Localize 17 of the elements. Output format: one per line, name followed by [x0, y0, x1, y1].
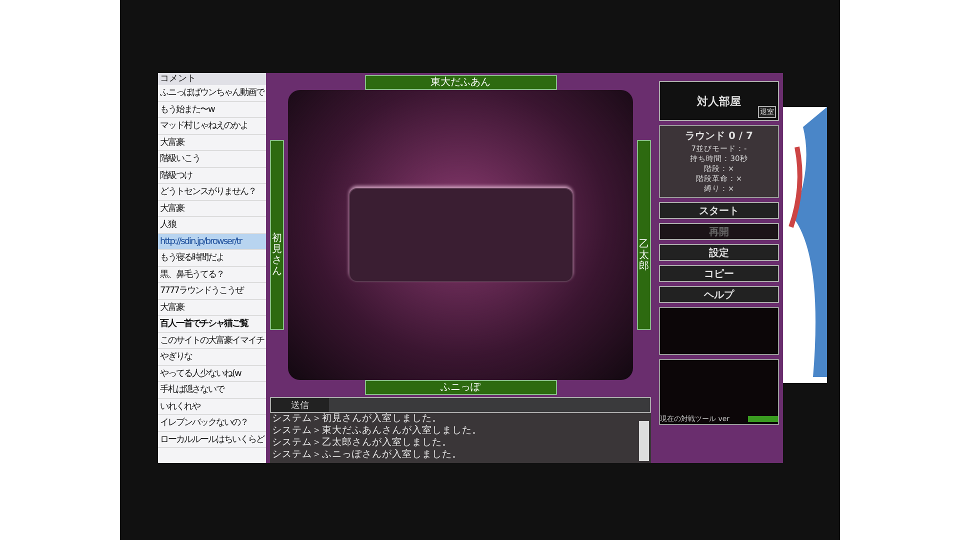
chat-message: システム＞初見さんが入室しました。: [272, 413, 443, 425]
chat-message: システム＞乙太郎さんが入室しました。: [272, 437, 453, 449]
chat-message: システム＞ふニっぽさんが入室しました。: [272, 449, 463, 461]
player-nameplate: ふニっぽ: [364, 380, 556, 395]
room-title: 対人部屋: [697, 94, 741, 108]
comment-item[interactable]: http://sdin.jp/browser/tr: [158, 234, 266, 250]
player-nameplate: 乙太郎: [637, 140, 651, 330]
player-nameplate: 初見さん: [270, 140, 284, 330]
comment-header: コメント: [158, 73, 266, 85]
menu-button[interactable]: 設定: [659, 244, 779, 261]
player-nameplate: 東大だふあん: [364, 75, 556, 90]
menu-button[interactable]: ヘルプ: [659, 286, 779, 303]
round-title: ラウンド 0 / 7: [684, 130, 754, 143]
scrollbar[interactable]: [639, 421, 649, 461]
chat-message: システム＞東大だふあんさんが入室しました。: [272, 425, 483, 437]
menu-button[interactable]: コピー: [659, 265, 779, 282]
menu-button[interactable]: スタート: [659, 202, 779, 219]
